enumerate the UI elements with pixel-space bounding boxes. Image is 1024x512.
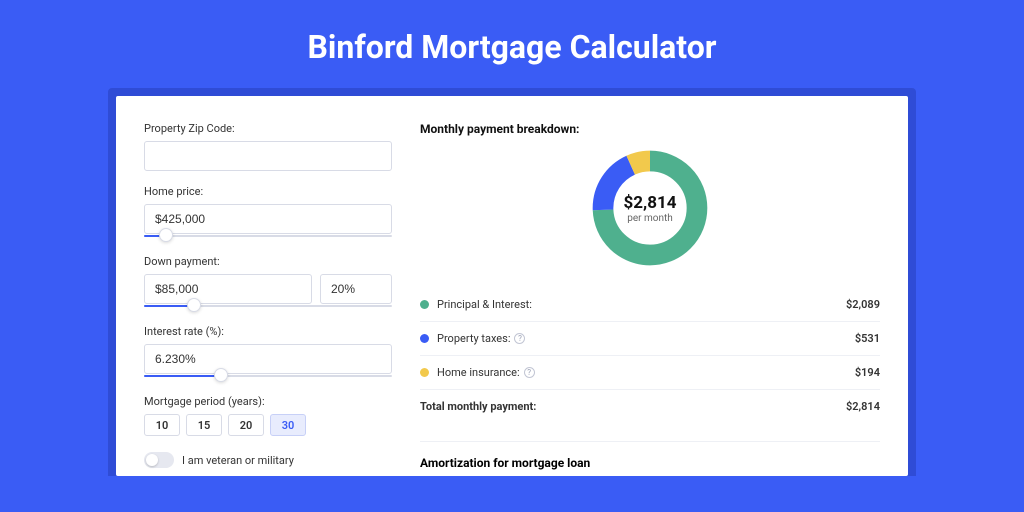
total-value: $2,814 [846, 400, 880, 413]
down-payment-pct-input[interactable] [320, 274, 392, 304]
breakdown-column: Monthly payment breakdown: $2,814 per mo… [420, 122, 880, 476]
period-field: Mortgage period (years): 10 15 20 30 [144, 395, 392, 436]
period-option-15[interactable]: 15 [186, 414, 222, 436]
home-price-field: Home price: [144, 185, 392, 241]
home-price-input[interactable] [144, 204, 392, 234]
legend-row-1: Property taxes:?$531 [420, 322, 880, 356]
legend: Principal & Interest:$2,089Property taxe… [420, 288, 880, 389]
interest-slider[interactable] [144, 371, 392, 381]
period-options: 10 15 20 30 [144, 414, 392, 436]
legend-dot-icon [420, 334, 429, 343]
veteran-toggle[interactable] [144, 452, 174, 468]
veteran-row: I am veteran or military [144, 452, 392, 468]
page-title: Binford Mortgage Calculator [0, 0, 1024, 88]
legend-value: $194 [855, 366, 880, 379]
period-option-10[interactable]: 10 [144, 414, 180, 436]
interest-field: Interest rate (%): [144, 325, 392, 381]
breakdown-title: Monthly payment breakdown: [420, 122, 880, 136]
legend-row-2: Home insurance:?$194 [420, 356, 880, 389]
zip-field: Property Zip Code: [144, 122, 392, 171]
down-payment-field: Down payment: [144, 255, 392, 311]
donut-sublabel: per month [627, 213, 673, 224]
inputs-column: Property Zip Code: Home price: Down paym… [144, 122, 392, 476]
zip-label: Property Zip Code: [144, 122, 392, 135]
legend-label: Home insurance:? [437, 366, 855, 379]
donut-chart: $2,814 per month [588, 146, 712, 270]
total-row: Total monthly payment: $2,814 [420, 389, 880, 423]
home-price-slider[interactable] [144, 231, 392, 241]
amortization-title: Amortization for mortgage loan [420, 456, 880, 470]
info-icon[interactable]: ? [514, 333, 525, 344]
interest-label: Interest rate (%): [144, 325, 392, 338]
total-label: Total monthly payment: [420, 400, 846, 413]
period-option-30[interactable]: 30 [270, 414, 306, 436]
period-option-20[interactable]: 20 [228, 414, 264, 436]
interest-input[interactable] [144, 344, 392, 374]
legend-dot-icon [420, 368, 429, 377]
legend-row-0: Principal & Interest:$2,089 [420, 288, 880, 322]
legend-dot-icon [420, 300, 429, 309]
legend-value: $2,089 [846, 298, 880, 311]
card-shadow: Property Zip Code: Home price: Down paym… [108, 88, 916, 476]
zip-input[interactable] [144, 141, 392, 171]
down-payment-input[interactable] [144, 274, 312, 304]
donut-amount: $2,814 [624, 193, 677, 213]
donut-wrap: $2,814 per month [420, 146, 880, 270]
info-icon[interactable]: ? [524, 367, 535, 378]
legend-value: $531 [855, 332, 880, 345]
veteran-label: I am veteran or military [182, 454, 294, 467]
down-payment-slider[interactable] [144, 301, 392, 311]
legend-label: Property taxes:? [437, 332, 855, 345]
down-payment-label: Down payment: [144, 255, 392, 268]
amortization-section: Amortization for mortgage loan Amortizat… [420, 441, 880, 476]
home-price-label: Home price: [144, 185, 392, 198]
calculator-card: Property Zip Code: Home price: Down paym… [116, 96, 908, 476]
legend-label: Principal & Interest: [437, 298, 846, 311]
period-label: Mortgage period (years): [144, 395, 392, 408]
